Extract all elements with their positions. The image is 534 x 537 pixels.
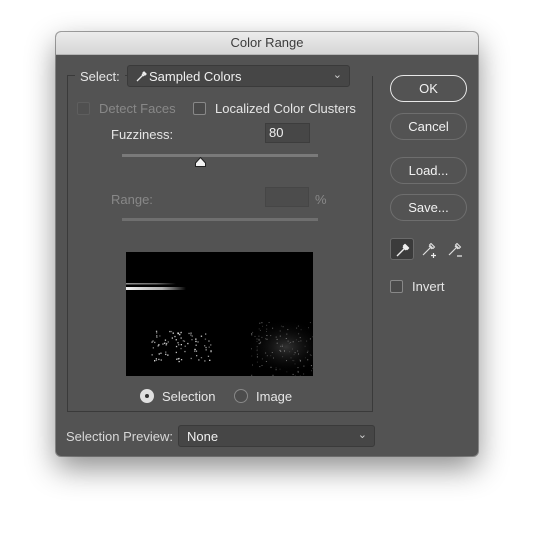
image-radio[interactable] <box>234 389 248 403</box>
eyedropper-tool[interactable] <box>390 238 414 260</box>
selection-radio-label: Selection <box>162 389 216 404</box>
fuzziness-slider-track[interactable] <box>122 154 318 157</box>
fuzziness-input[interactable]: 80 <box>265 123 310 143</box>
detect-faces-checkbox[interactable] <box>77 102 90 115</box>
color-range-dialog: Color Range Select: Sampled Colors ⌄ Det… <box>56 32 478 456</box>
range-label: Range: <box>111 192 153 207</box>
image-radio-label: Image <box>256 389 293 404</box>
eyedropper-icon <box>396 243 410 257</box>
cancel-button[interactable]: Cancel <box>390 113 467 140</box>
selection-radio[interactable] <box>140 389 154 403</box>
range-unit: % <box>315 192 327 207</box>
invert-checkbox[interactable] <box>390 280 403 293</box>
load-button[interactable]: Load... <box>390 157 467 184</box>
eyedropper-icon <box>136 70 148 85</box>
selection-preview-dropdown[interactable]: None ⌄ <box>178 425 375 447</box>
selection-preview-value: None <box>187 429 219 444</box>
title-bar: Color Range <box>56 32 478 55</box>
eyedropper-plus-icon <box>422 242 436 258</box>
eyedropper-subtract-tool[interactable] <box>443 238 467 260</box>
selection-preview-image <box>126 252 313 376</box>
eyedropper-add-tool[interactable] <box>417 238 441 260</box>
range-input[interactable] <box>265 187 309 207</box>
localized-clusters-label: Localized Color Clusters <box>215 101 356 116</box>
selection-preview-label: Selection Preview: <box>66 429 173 444</box>
fuzziness-label: Fuzziness: <box>111 127 174 142</box>
localized-clusters-checkbox[interactable] <box>193 102 206 115</box>
chevron-down-icon: ⌄ <box>357 429 367 441</box>
eyedropper-minus-icon <box>448 242 462 257</box>
fuzziness-slider-thumb[interactable] <box>194 157 206 167</box>
detect-faces-label: Detect Faces <box>99 101 176 116</box>
save-button[interactable]: Save... <box>390 194 467 221</box>
window-title: Color Range <box>230 35 304 50</box>
range-slider-track[interactable] <box>122 218 318 221</box>
select-label: Select: <box>75 69 125 84</box>
select-dropdown[interactable]: Sampled Colors ⌄ <box>127 65 350 87</box>
select-value: Sampled Colors <box>149 69 242 84</box>
chevron-down-icon: ⌄ <box>332 69 342 81</box>
invert-label: Invert <box>412 279 445 294</box>
ok-button[interactable]: OK <box>390 75 467 102</box>
